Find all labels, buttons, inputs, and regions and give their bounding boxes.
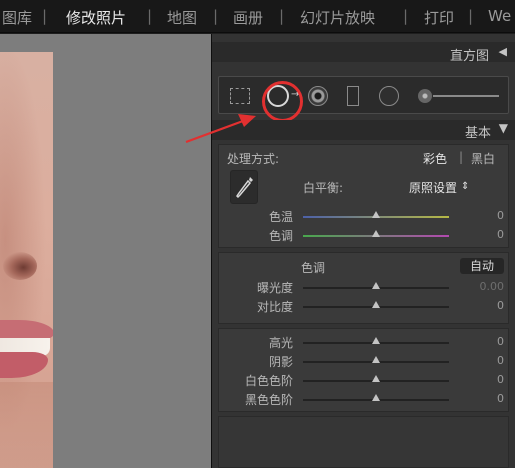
treatment-color-option[interactable]: 彩色 xyxy=(423,150,447,167)
photo-nose xyxy=(3,252,37,280)
tonal-range-section: 高光 0 阴影 0 白色色阶 0 黑色色阶 0 xyxy=(218,328,509,412)
module-slideshow-tab[interactable]: 幻灯片放映 xyxy=(300,7,375,28)
exposure-value[interactable]: 0.00 xyxy=(480,280,505,293)
contrast-label: 对比度 xyxy=(257,300,294,314)
module-web-tab[interactable]: We xyxy=(488,7,511,25)
module-develop-tab[interactable]: 修改照片 xyxy=(66,7,126,28)
radial-filter-icon[interactable] xyxy=(379,86,399,106)
white-balance-dropdown[interactable]: 原照设置 xyxy=(409,179,457,196)
temp-value[interactable]: 0 xyxy=(497,209,504,222)
module-map-tab[interactable]: 地图 xyxy=(167,7,197,28)
tint-slider-thumb[interactable] xyxy=(372,230,380,237)
temp-label: 色温 xyxy=(269,210,294,224)
temp-slider-thumb[interactable] xyxy=(372,211,380,218)
adjustment-brush-slider[interactable] xyxy=(433,95,499,97)
triangle-left-icon[interactable]: ◀ xyxy=(499,45,507,58)
white-balance-selector[interactable] xyxy=(230,170,258,204)
crop-overlay-icon[interactable] xyxy=(230,88,250,104)
module-print-tab[interactable]: 打印 xyxy=(424,7,454,28)
module-separator: | xyxy=(468,7,474,25)
eyedropper-icon xyxy=(236,177,253,199)
contrast-slider-thumb[interactable] xyxy=(372,301,380,308)
whites-slider-thumb[interactable] xyxy=(372,375,380,382)
whites-value[interactable]: 0 xyxy=(497,373,504,386)
tint-label: 色调 xyxy=(269,229,294,243)
highlights-slider-thumb[interactable] xyxy=(372,337,380,344)
presence-section-partial xyxy=(218,416,509,468)
module-separator: | xyxy=(147,7,153,25)
red-eye-correction-icon[interactable] xyxy=(308,86,328,106)
highlights-label: 高光 xyxy=(269,336,294,350)
basic-panel-header[interactable]: 基本 ▼ xyxy=(212,120,515,141)
module-library-tab[interactable]: 图库 xyxy=(2,7,32,28)
blacks-slider-thumb[interactable] xyxy=(372,394,380,401)
contrast-value[interactable]: 0 xyxy=(497,299,504,312)
module-separator: | xyxy=(213,7,219,25)
photo-preview-area[interactable] xyxy=(0,34,211,468)
tone-label: 色调 xyxy=(301,261,326,275)
blacks-label: 黑色色阶 xyxy=(245,393,294,407)
treatment-bw-option[interactable]: 黑白 xyxy=(471,150,495,167)
white-balance-section: 处理方式: 彩色 | 黑白 白平衡: 原照设置 ⇕ 色温 0 色调 0 xyxy=(218,144,509,248)
graduated-filter-icon[interactable] xyxy=(347,86,359,106)
treatment-divider: | xyxy=(459,150,464,164)
whites-label: 白色色阶 xyxy=(245,374,294,388)
exposure-slider-thumb[interactable] xyxy=(372,282,380,289)
blacks-value[interactable]: 0 xyxy=(497,392,504,405)
tone-section: 色调 自动 曝光度 0.00 对比度 0 xyxy=(218,252,509,324)
photo-image[interactable] xyxy=(0,52,53,468)
module-picker-bar: 图库 | 修改照片 | 地图 | 画册 | 幻灯片放映 | 打印 | We xyxy=(0,0,515,33)
treatment-label: 处理方式: xyxy=(227,152,280,166)
photo-chin xyxy=(0,382,53,468)
tint-value[interactable]: 0 xyxy=(497,228,504,241)
highlight-circle-annotation xyxy=(262,81,303,122)
exposure-label: 曝光度 xyxy=(257,281,294,295)
shadows-value[interactable]: 0 xyxy=(497,354,504,367)
develop-right-panel: 直方图 ◀ → 基本 ▼ 处理方式: 彩色 | 黑白 白平衡: 原照设置 ⇕ 色… xyxy=(211,34,515,468)
highlights-value[interactable]: 0 xyxy=(497,335,504,348)
module-book-tab[interactable]: 画册 xyxy=(233,7,263,28)
chevron-updown-icon[interactable]: ⇕ xyxy=(461,181,469,192)
module-separator: | xyxy=(403,7,409,25)
white-balance-label: 白平衡: xyxy=(303,181,344,195)
histogram-title: 直方图 xyxy=(449,49,489,64)
tool-strip: → xyxy=(218,76,509,114)
shadows-slider-thumb[interactable] xyxy=(372,356,380,363)
tone-auto-button[interactable]: 自动 xyxy=(460,258,504,274)
histogram-panel-header[interactable]: 直方图 ◀ xyxy=(212,42,515,64)
adjustment-brush-icon[interactable] xyxy=(418,89,432,103)
shadows-label: 阴影 xyxy=(269,355,294,369)
triangle-down-icon[interactable]: ▼ xyxy=(499,121,508,135)
module-separator: | xyxy=(279,7,285,25)
module-separator: | xyxy=(42,7,48,25)
basic-panel-title: 基本 xyxy=(464,126,491,141)
